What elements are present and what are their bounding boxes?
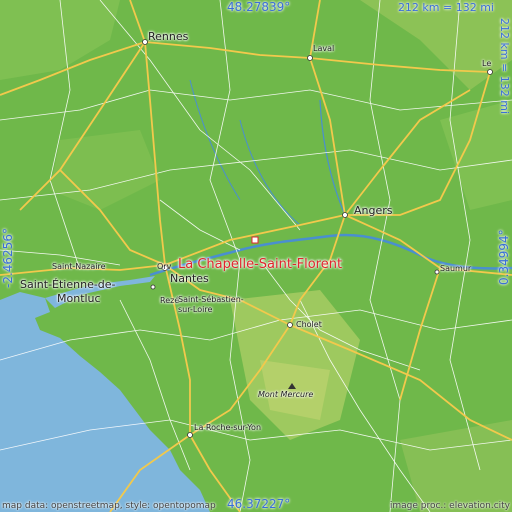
scale-vertical: 212 km = 132 mi <box>498 18 511 115</box>
city-label-saint-etienne-line2: Montluc <box>57 292 101 305</box>
map-credit: map data: openstreetmap, style: opentopo… <box>2 501 216 511</box>
image-credit: image proc.: elevation.city <box>389 501 510 511</box>
city-label-saumur: Saumur <box>440 264 472 273</box>
city-label-saint-nazaire: Saint-Nazaire <box>52 262 106 271</box>
city-label-le: Le <box>482 59 492 68</box>
longitude-right-label: 0.34994° <box>497 229 511 285</box>
map-view[interactable]: 48.27839° 46.37227° -2.46256° 0.34994° 2… <box>0 0 512 512</box>
city-label-cholet: Cholet <box>296 320 322 329</box>
city-label-orvault: Orv <box>157 262 172 271</box>
city-label-reze: Rezé <box>160 296 180 305</box>
city-label-saint-etienne-line1: Saint-Étienne-de- <box>20 278 116 291</box>
peak-label-mont-mercure: Mont Mercure <box>258 390 314 399</box>
city-label-nantes: Nantes <box>170 272 209 285</box>
scale-horizontal: 212 km = 132 mi <box>397 1 494 14</box>
city-label-rennes: Rennes <box>148 30 189 43</box>
latitude-top-label: 48.27839° <box>227 0 291 14</box>
city-label-laval: Laval <box>313 44 335 53</box>
marker-label: La Chapelle-Saint-Florent <box>178 257 343 272</box>
city-label-angers: Angers <box>354 204 393 217</box>
city-label-saint-sebastien-line1: Saint-Sébastien- <box>178 295 244 304</box>
longitude-left-label: -2.46256° <box>1 228 15 288</box>
latitude-bottom-label: 46.37227° <box>227 497 291 511</box>
city-label-la-roche-sur-yon: La Roche-sur-Yon <box>194 423 262 432</box>
terrain-layer <box>0 0 512 512</box>
city-label-saint-sebastien-line2: sur-Loire <box>178 305 213 314</box>
